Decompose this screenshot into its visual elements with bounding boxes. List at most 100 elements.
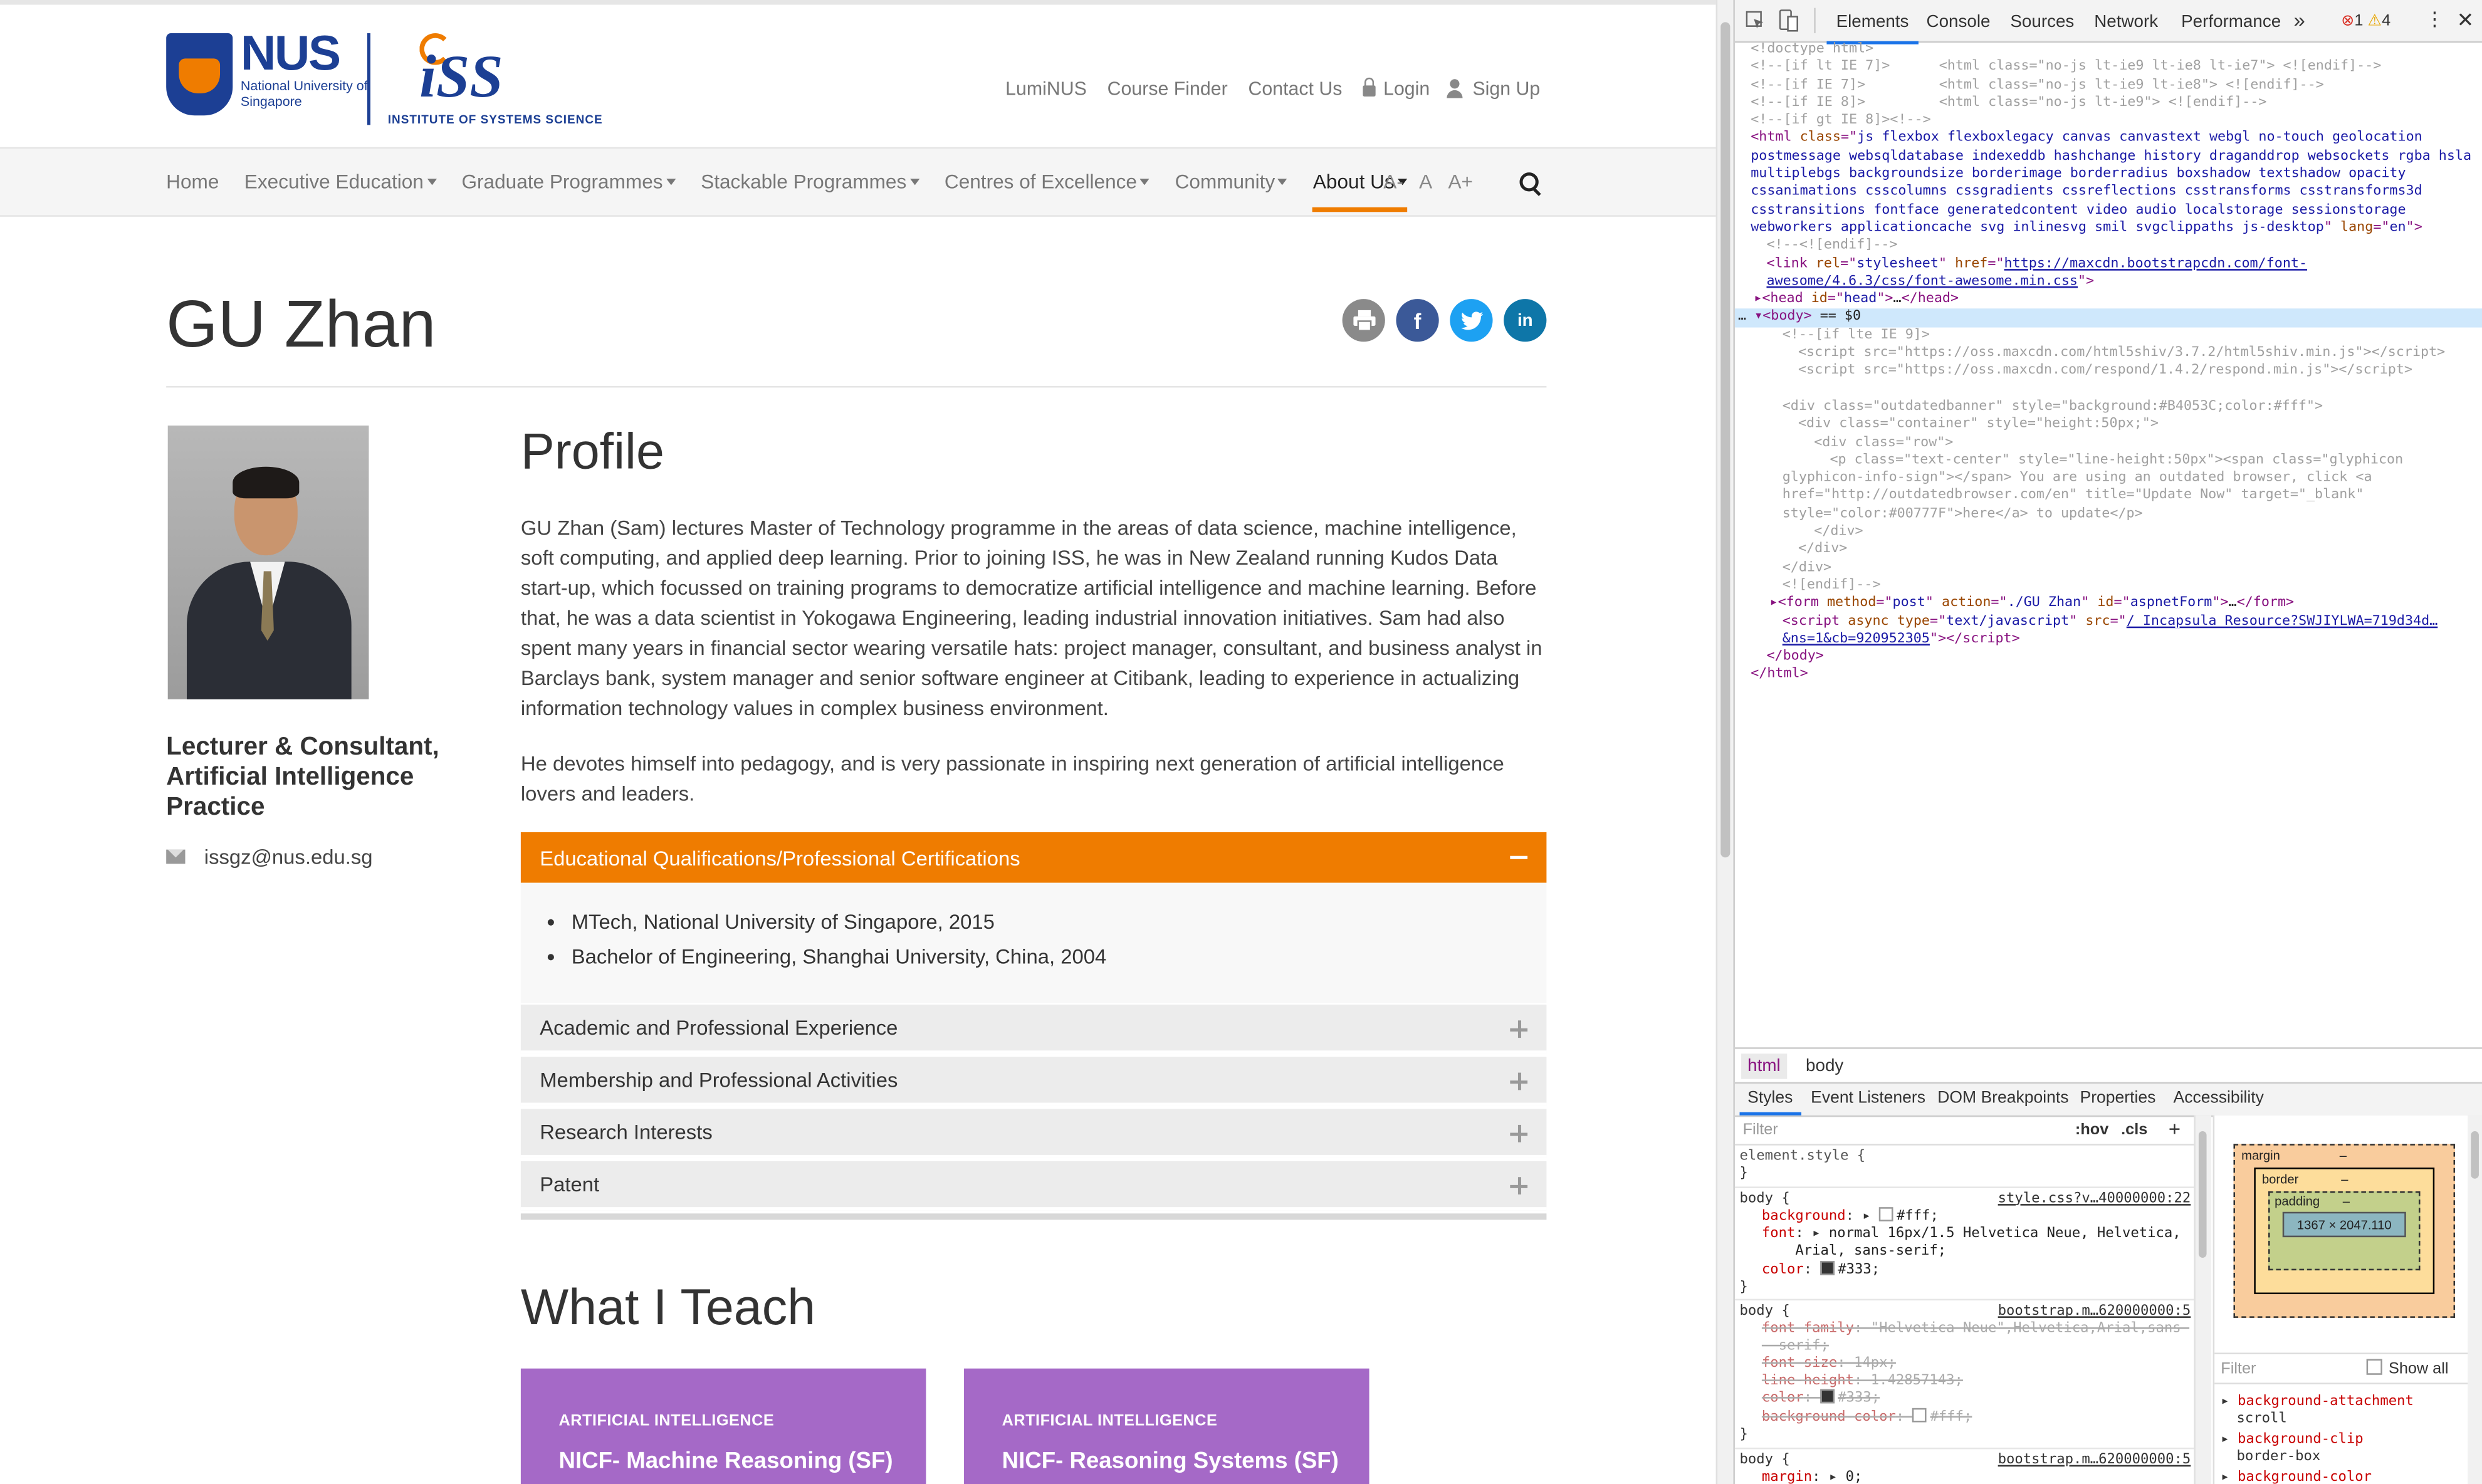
- dom-line[interactable]: <div class="container" style="height:50p…: [1735, 417, 2482, 435]
- dom-line[interactable]: <div class="row">: [1735, 434, 2482, 452]
- accordion-patent-header[interactable]: Patent: [520, 1161, 1547, 1211]
- device-toolbar-icon[interactable]: [1779, 9, 1798, 32]
- twitter-icon[interactable]: [1450, 299, 1493, 342]
- dom-line[interactable]: <![endif]-->: [1735, 577, 2482, 595]
- css-rule[interactable]: bootstrap.m…620000000:5 body { font-fami…: [1734, 1301, 2194, 1449]
- luminus-link[interactable]: LumiNUS: [1005, 78, 1087, 100]
- dom-line[interactable]: <div class="outdatedbanner" style="backg…: [1735, 399, 2482, 417]
- dom-line[interactable]: [1735, 380, 2482, 399]
- css-rule[interactable]: element.style { }: [1734, 1146, 2194, 1188]
- accordion-membership-header[interactable]: Membership and Professional Activities: [520, 1057, 1547, 1106]
- font-increase-button[interactable]: A+: [1448, 171, 1473, 193]
- dom-line[interactable]: <script async type="text/javascript" src…: [1735, 613, 2482, 649]
- css-rule[interactable]: style.css?v…40000000:22 body { backgroun…: [1734, 1188, 2194, 1302]
- box-model-padding[interactable]: padding – 1367 × 2047.110: [2268, 1191, 2421, 1271]
- iss-logo[interactable]: iSS INSTITUTE OF SYSTEMS SCIENCE: [388, 30, 602, 128]
- dom-line[interactable]: </html>: [1735, 667, 2482, 685]
- tab-styles[interactable]: Styles: [1739, 1089, 1800, 1116]
- dom-line[interactable]: ▸<head id="head">…</head>: [1735, 291, 2482, 310]
- dom-line[interactable]: <link rel="stylesheet" href="https://max…: [1735, 256, 2482, 291]
- font-decrease-button[interactable]: A-: [1383, 171, 1403, 193]
- dom-line-selected[interactable]: … ▾<body> == $0: [1734, 309, 2482, 327]
- tab-network[interactable]: Network: [2094, 13, 2158, 31]
- collapse-icon[interactable]: [1510, 855, 1528, 859]
- dom-tree[interactable]: <!doctype html> <!--[if lt IE 7]> <html …: [1734, 41, 2482, 1048]
- computed-property[interactable]: ▸ background-color: [2221, 1470, 2372, 1484]
- dom-line[interactable]: <p class="text-center" style="line-heigh…: [1735, 452, 2482, 524]
- computed-property[interactable]: ▸ background-clip: [2221, 1432, 2363, 1450]
- course-finder-link[interactable]: Course Finder: [1107, 78, 1228, 100]
- accordion-education-header[interactable]: Educational Qualifications/Professional …: [520, 832, 1547, 883]
- dom-line[interactable]: <!--[if lt IE 7]> <html class="no-js lt-…: [1735, 59, 2482, 77]
- course-card[interactable]: ARTIFICIAL INTELLIGENCE NICF- Machine Re…: [520, 1368, 926, 1484]
- dom-line[interactable]: <!--[if gt IE 8]><!-->: [1735, 113, 2482, 131]
- search-icon[interactable]: [1519, 172, 1539, 192]
- breadcrumb-html[interactable]: html: [1741, 1053, 1787, 1079]
- nav-item-community[interactable]: Community: [1175, 149, 1288, 215]
- devtools-menu-icon[interactable]: ⋮: [2425, 8, 2444, 30]
- styles-scrollbar[interactable]: [2194, 1115, 2212, 1484]
- dom-line[interactable]: <html class="js flexbox flexboxlegacy ca…: [1735, 130, 2482, 238]
- dom-line[interactable]: ▸<form method="post" action="./GU Zhan" …: [1735, 595, 2482, 614]
- dom-line[interactable]: </body>: [1735, 649, 2482, 667]
- nav-item-home[interactable]: Home: [166, 149, 219, 215]
- print-icon[interactable]: [1342, 299, 1385, 342]
- nav-item-centres-of-excellence[interactable]: Centres of Excellence: [945, 149, 1149, 215]
- dom-line[interactable]: <!--[if lte IE 9]>: [1735, 327, 2482, 345]
- expand-icon[interactable]: [1510, 1020, 1528, 1038]
- dom-line[interactable]: </div>: [1735, 560, 2482, 578]
- computed-property[interactable]: ▸ background-attachment: [2221, 1394, 2414, 1411]
- font-reset-button[interactable]: A: [1419, 171, 1432, 193]
- show-all-checkbox[interactable]: [2366, 1359, 2382, 1375]
- box-model-margin[interactable]: margin – border – padding – 1367 × 2047.…: [2233, 1144, 2456, 1318]
- nus-logo[interactable]: NUS National University of Singapore: [166, 25, 369, 125]
- expand-icon[interactable]: [1510, 1072, 1528, 1090]
- dom-line[interactable]: <!doctype html>: [1735, 41, 2482, 60]
- inspect-element-icon[interactable]: [1746, 11, 1765, 30]
- sign-up-link[interactable]: Sign Up: [1447, 78, 1540, 100]
- tab-performance[interactable]: Performance: [2181, 13, 2281, 31]
- tab-event-listeners[interactable]: Event Listeners: [1811, 1089, 1925, 1107]
- contact-us-link[interactable]: Contact Us: [1249, 78, 1343, 100]
- tab-sources[interactable]: Sources: [2010, 13, 2074, 31]
- box-model-content[interactable]: 1367 × 2047.110: [2282, 1211, 2406, 1238]
- dom-line[interactable]: <!--<![endif]-->: [1735, 238, 2482, 256]
- dom-line[interactable]: <script src="https://oss.maxcdn.com/resp…: [1735, 363, 2482, 381]
- dom-line[interactable]: </div>: [1735, 524, 2482, 542]
- computed-scrollbar[interactable]: [2468, 1115, 2482, 1484]
- facebook-icon[interactable]: f: [1396, 299, 1439, 342]
- styles-filter-input[interactable]: Filter: [1743, 1122, 1778, 1139]
- computed-filter-input[interactable]: Filter: [2221, 1361, 2256, 1378]
- page-scrollbar[interactable]: [1715, 0, 1735, 1484]
- email-link[interactable]: issgz@nus.edu.sg: [204, 845, 373, 869]
- tab-console[interactable]: Console: [1927, 13, 1991, 31]
- dom-line[interactable]: <!--[if IE 7]> <html class="no-js lt-ie9…: [1735, 77, 2482, 95]
- breadcrumb-body[interactable]: body: [1799, 1053, 1850, 1078]
- close-devtools-icon[interactable]: ✕: [2457, 8, 2474, 33]
- accordion-experience-header[interactable]: Academic and Professional Experience: [520, 1005, 1547, 1054]
- dom-line[interactable]: <!--[if IE 8]> <html class="no-js lt-ie9…: [1735, 95, 2482, 113]
- expand-icon[interactable]: [1510, 1177, 1528, 1194]
- accordion-research-header[interactable]: Research Interests: [520, 1109, 1547, 1158]
- new-rule-icon[interactable]: +: [2169, 1117, 2181, 1141]
- tab-dom-breakpoints[interactable]: DOM Breakpoints: [1937, 1089, 2068, 1107]
- tab-accessibility[interactable]: Accessibility: [2174, 1089, 2264, 1107]
- class-toggle[interactable]: .cls: [2121, 1122, 2147, 1139]
- scrollbar-thumb[interactable]: [1720, 22, 1731, 858]
- nav-item-graduate-programmes[interactable]: Graduate Programmes: [461, 149, 675, 215]
- css-rule[interactable]: bootstrap.m…620000000:5 body { margin: ▸…: [1735, 1449, 2194, 1484]
- hover-state-toggle[interactable]: :hov: [2075, 1122, 2108, 1139]
- scrollbar-thumb[interactable]: [2198, 1131, 2207, 1258]
- more-tabs-button[interactable]: »: [2293, 8, 2305, 32]
- dom-line[interactable]: </div>: [1735, 541, 2482, 560]
- nav-item-executive-education[interactable]: Executive Education: [244, 149, 436, 215]
- scrollbar-thumb[interactable]: [2471, 1131, 2479, 1179]
- expand-icon[interactable]: [1510, 1124, 1528, 1142]
- course-card[interactable]: ARTIFICIAL INTELLIGENCE NICF- Reasoning …: [964, 1368, 1369, 1484]
- dom-line[interactable]: <script src="https://oss.maxcdn.com/html…: [1735, 345, 2482, 363]
- tab-properties[interactable]: Properties: [2080, 1089, 2156, 1107]
- error-warning-counter[interactable]: ⊗1 ⚠4: [2341, 13, 2390, 30]
- tab-elements[interactable]: Elements: [1826, 13, 1919, 44]
- linkedin-icon[interactable]: in: [1504, 299, 1547, 342]
- box-model-border[interactable]: border – padding – 1367 × 2047.110: [2254, 1168, 2435, 1295]
